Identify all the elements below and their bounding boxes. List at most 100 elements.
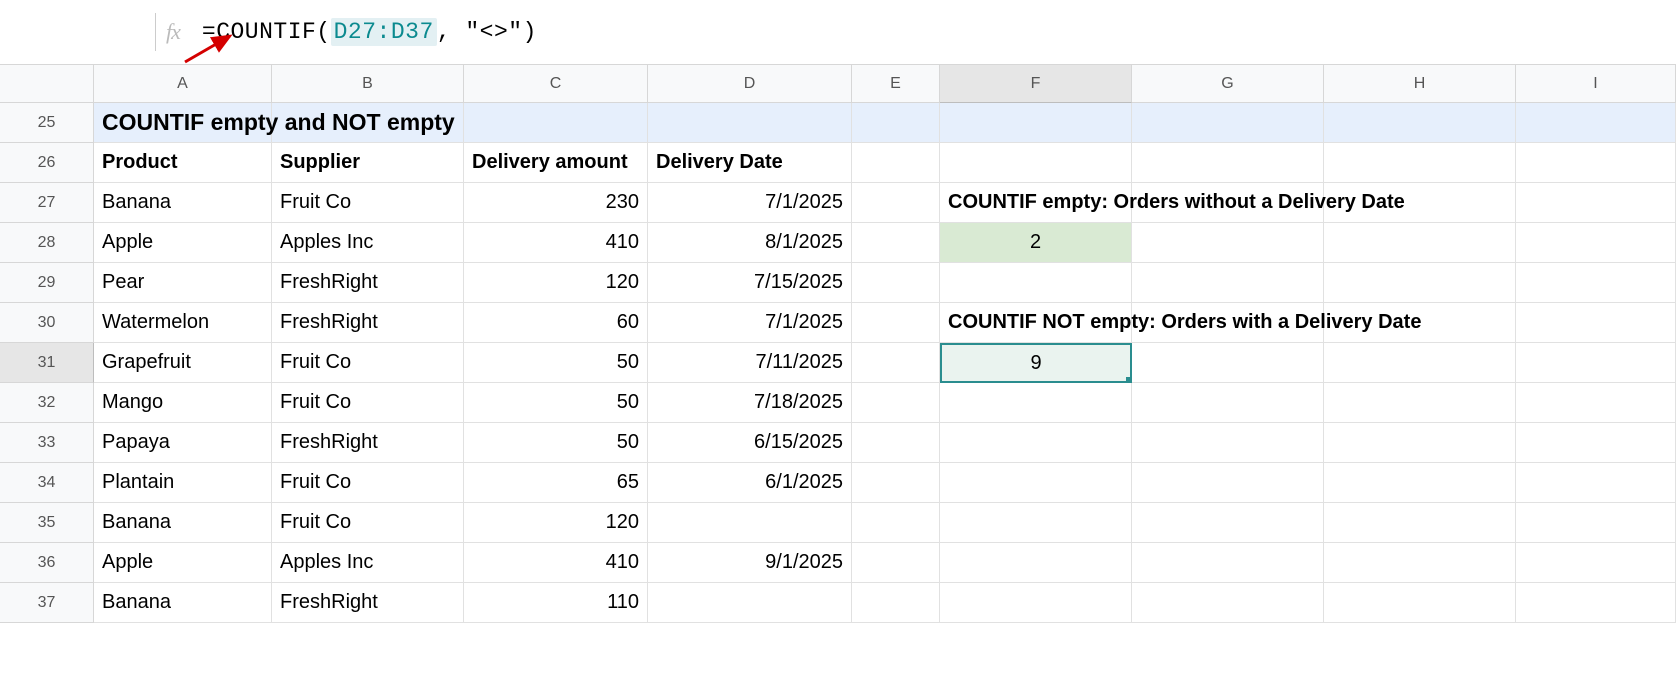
- cell-A27[interactable]: Banana: [94, 183, 272, 223]
- cell-H25[interactable]: [1324, 103, 1516, 143]
- cell-B34[interactable]: Fruit Co: [272, 463, 464, 503]
- cell-B26[interactable]: Supplier: [272, 143, 464, 183]
- cell-G26[interactable]: [1132, 143, 1324, 183]
- cell-C36[interactable]: 410: [464, 543, 648, 583]
- cell-F28[interactable]: 2: [940, 223, 1132, 263]
- cell-C33[interactable]: 50: [464, 423, 648, 463]
- cell-E30[interactable]: [852, 303, 940, 343]
- row-header-36[interactable]: 36: [0, 543, 94, 583]
- cell-B36[interactable]: Apples Inc: [272, 543, 464, 583]
- cell-C25[interactable]: [464, 103, 648, 143]
- cell-F32[interactable]: [940, 383, 1132, 423]
- cell-C27[interactable]: 230: [464, 183, 648, 223]
- cell-C26[interactable]: Delivery amount: [464, 143, 648, 183]
- cell-E32[interactable]: [852, 383, 940, 423]
- cell-B28[interactable]: Apples Inc: [272, 223, 464, 263]
- cell-C29[interactable]: 120: [464, 263, 648, 303]
- cell-A32[interactable]: Mango: [94, 383, 272, 423]
- cell-E37[interactable]: [852, 583, 940, 623]
- cell-B31[interactable]: Fruit Co: [272, 343, 464, 383]
- cell-I35[interactable]: [1516, 503, 1676, 543]
- cell-I30[interactable]: [1516, 303, 1676, 343]
- cell-A35[interactable]: Banana: [94, 503, 272, 543]
- row-header-30[interactable]: 30: [0, 303, 94, 343]
- formula-input[interactable]: =COUNTIF(D27:D37, "<>"): [202, 19, 537, 45]
- row-header-26[interactable]: 26: [0, 143, 94, 183]
- cell-I28[interactable]: [1516, 223, 1676, 263]
- cell-I33[interactable]: [1516, 423, 1676, 463]
- col-header-H[interactable]: H: [1324, 65, 1516, 103]
- cell-C32[interactable]: 50: [464, 383, 648, 423]
- cell-G33[interactable]: [1132, 423, 1324, 463]
- row-header-37[interactable]: 37: [0, 583, 94, 623]
- cell-I32[interactable]: [1516, 383, 1676, 423]
- cell-A30[interactable]: Watermelon: [94, 303, 272, 343]
- cell-I37[interactable]: [1516, 583, 1676, 623]
- col-header-E[interactable]: E: [852, 65, 940, 103]
- cell-D36[interactable]: 9/1/2025: [648, 543, 852, 583]
- cell-B30[interactable]: FreshRight: [272, 303, 464, 343]
- cell-D33[interactable]: 6/15/2025: [648, 423, 852, 463]
- cell-H33[interactable]: [1324, 423, 1516, 463]
- cell-F31-active[interactable]: 9: [940, 343, 1132, 383]
- cell-B29[interactable]: FreshRight: [272, 263, 464, 303]
- cell-E33[interactable]: [852, 423, 940, 463]
- cell-G31[interactable]: [1132, 343, 1324, 383]
- cell-H37[interactable]: [1324, 583, 1516, 623]
- cell-I26[interactable]: [1516, 143, 1676, 183]
- row-header-27[interactable]: 27: [0, 183, 94, 223]
- cell-C37[interactable]: 110: [464, 583, 648, 623]
- cell-D35[interactable]: [648, 503, 852, 543]
- cell-H36[interactable]: [1324, 543, 1516, 583]
- cell-I31[interactable]: [1516, 343, 1676, 383]
- cell-E36[interactable]: [852, 543, 940, 583]
- cell-F37[interactable]: [940, 583, 1132, 623]
- cell-I27[interactable]: [1516, 183, 1676, 223]
- cell-B32[interactable]: Fruit Co: [272, 383, 464, 423]
- row-header-33[interactable]: 33: [0, 423, 94, 463]
- cell-F29[interactable]: [940, 263, 1132, 303]
- cell-F33[interactable]: [940, 423, 1132, 463]
- cell-I29[interactable]: [1516, 263, 1676, 303]
- cell-D26[interactable]: Delivery Date: [648, 143, 852, 183]
- cell-F27[interactable]: COUNTIF empty: Orders without a Delivery…: [940, 183, 1132, 223]
- row-header-29[interactable]: 29: [0, 263, 94, 303]
- row-header-35[interactable]: 35: [0, 503, 94, 543]
- cell-G32[interactable]: [1132, 383, 1324, 423]
- row-header-31[interactable]: 31: [0, 343, 94, 383]
- cell-E35[interactable]: [852, 503, 940, 543]
- cell-D31[interactable]: 7/11/2025: [648, 343, 852, 383]
- cell-A31[interactable]: Grapefruit: [94, 343, 272, 383]
- cell-I25[interactable]: [1516, 103, 1676, 143]
- cell-A34[interactable]: Plantain: [94, 463, 272, 503]
- cell-A25[interactable]: COUNTIF empty and NOT empty: [94, 103, 272, 143]
- col-header-F[interactable]: F: [940, 65, 1132, 103]
- cell-D28[interactable]: 8/1/2025: [648, 223, 852, 263]
- cell-B27[interactable]: Fruit Co: [272, 183, 464, 223]
- col-header-D[interactable]: D: [648, 65, 852, 103]
- cell-H34[interactable]: [1324, 463, 1516, 503]
- spreadsheet-grid[interactable]: A B C D E F G H I 25 COUNTIF empty and N…: [0, 64, 1676, 623]
- cell-D29[interactable]: 7/15/2025: [648, 263, 852, 303]
- col-header-B[interactable]: B: [272, 65, 464, 103]
- cell-F35[interactable]: [940, 503, 1132, 543]
- col-header-G[interactable]: G: [1132, 65, 1324, 103]
- cell-C34[interactable]: 65: [464, 463, 648, 503]
- cell-F36[interactable]: [940, 543, 1132, 583]
- cell-A29[interactable]: Pear: [94, 263, 272, 303]
- cell-B37[interactable]: FreshRight: [272, 583, 464, 623]
- cell-G37[interactable]: [1132, 583, 1324, 623]
- cell-A28[interactable]: Apple: [94, 223, 272, 263]
- cell-G34[interactable]: [1132, 463, 1324, 503]
- cell-B33[interactable]: FreshRight: [272, 423, 464, 463]
- selection-handle[interactable]: [1126, 377, 1132, 383]
- col-header-A[interactable]: A: [94, 65, 272, 103]
- cell-H35[interactable]: [1324, 503, 1516, 543]
- cell-E28[interactable]: [852, 223, 940, 263]
- cell-C31[interactable]: 50: [464, 343, 648, 383]
- cell-E25[interactable]: [852, 103, 940, 143]
- cell-A36[interactable]: Apple: [94, 543, 272, 583]
- cell-D37[interactable]: [648, 583, 852, 623]
- cell-I34[interactable]: [1516, 463, 1676, 503]
- cell-D27[interactable]: 7/1/2025: [648, 183, 852, 223]
